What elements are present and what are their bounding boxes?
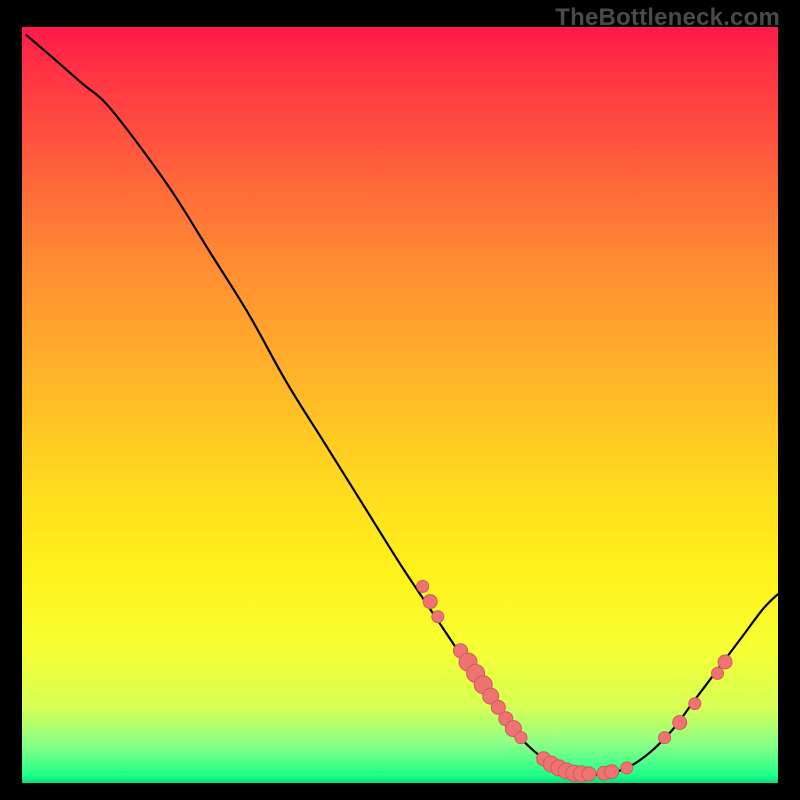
data-point — [417, 580, 429, 592]
data-point — [718, 655, 732, 669]
data-points-group — [417, 580, 732, 782]
data-point — [423, 595, 437, 609]
data-point — [582, 767, 596, 781]
watermark-label: TheBottleneck.com — [555, 4, 780, 32]
data-point — [515, 732, 527, 744]
data-point — [673, 716, 687, 730]
data-point — [432, 611, 444, 623]
chart-svg — [22, 27, 778, 783]
data-point — [621, 762, 633, 774]
data-point — [605, 765, 619, 779]
data-point — [659, 732, 671, 744]
data-point — [712, 667, 724, 679]
data-point — [689, 698, 701, 710]
chart-plot-area — [22, 27, 778, 783]
curve-line — [26, 35, 778, 775]
